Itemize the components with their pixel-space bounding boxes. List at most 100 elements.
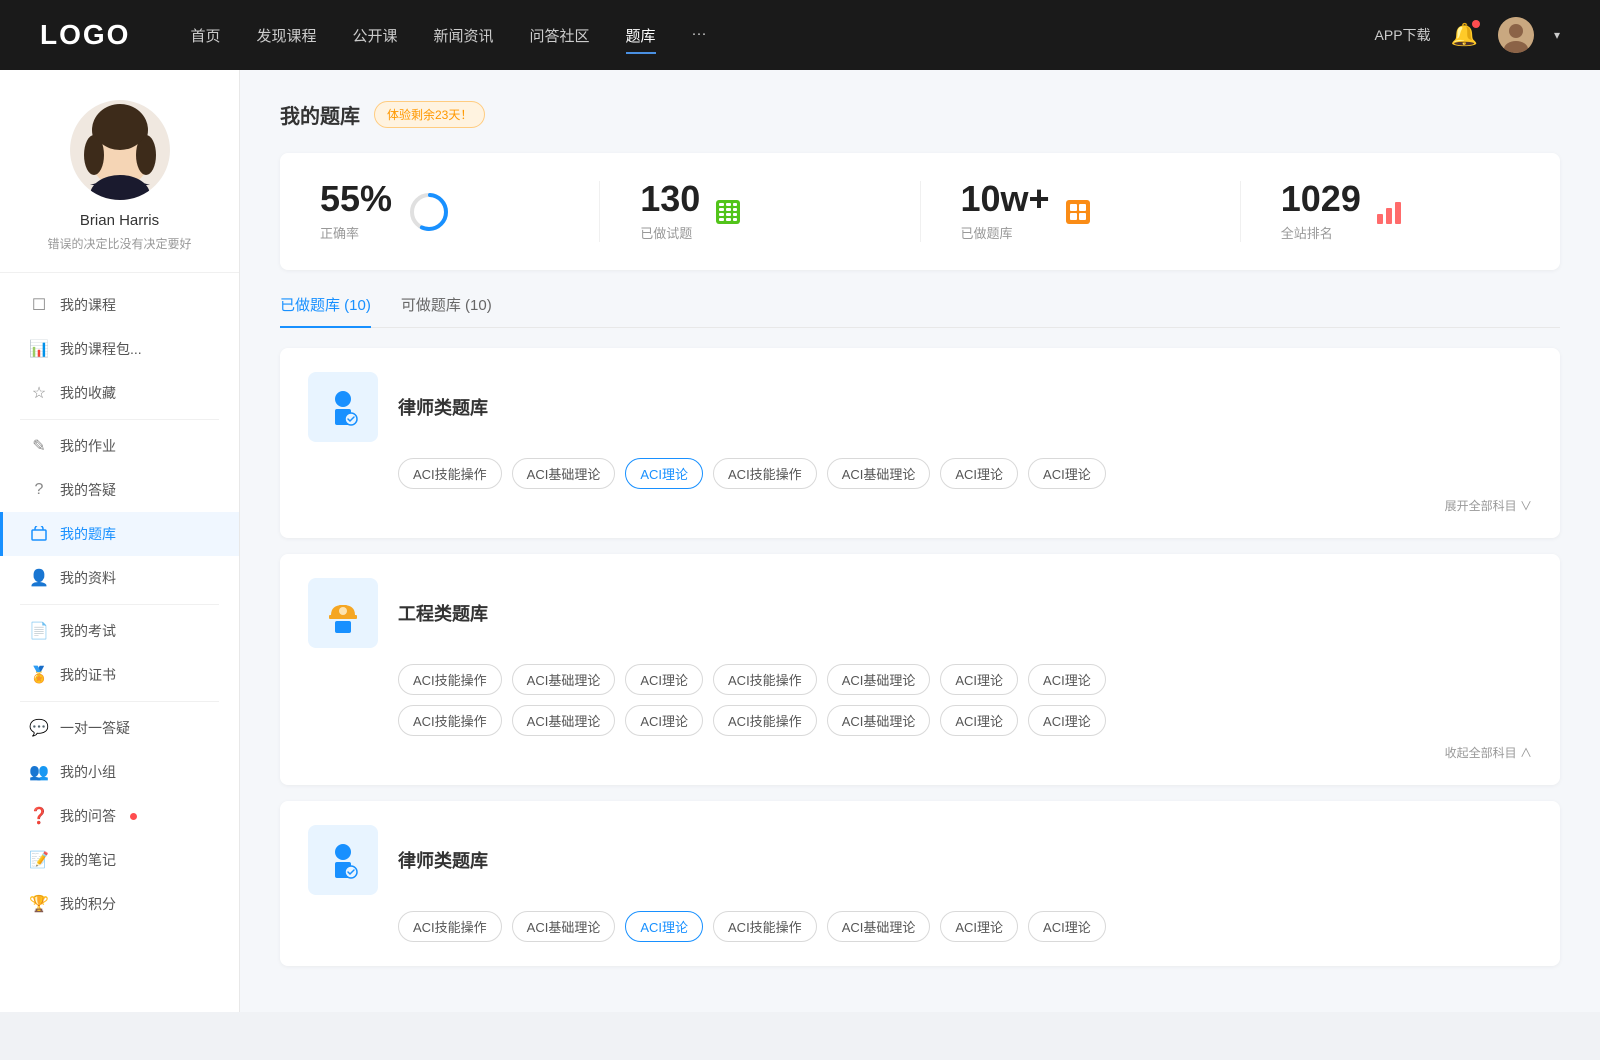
bank-card-header-1: 律师类题库 (308, 372, 1532, 442)
sidebar-item-exam[interactable]: 📄 我的考试 (0, 609, 239, 653)
nav-bank[interactable]: 题库 (626, 21, 656, 50)
bank-tag[interactable]: ACI技能操作 (398, 664, 502, 695)
chart-icon: 📊 (30, 340, 48, 358)
notification-bell[interactable]: 🔔 (1451, 22, 1478, 48)
sidebar-label-profile: 我的资料 (60, 568, 116, 588)
sidebar-item-profile[interactable]: 👤 我的资料 (0, 556, 239, 600)
profile-avatar[interactable] (70, 100, 170, 200)
bank-tag[interactable]: ACI理论 (940, 911, 1018, 942)
bank-tag[interactable]: ACI技能操作 (713, 705, 817, 736)
nav-more[interactable]: ··· (692, 21, 707, 50)
bank-tag[interactable]: ACI基础理论 (512, 705, 616, 736)
bank-tag[interactable]: ACI基础理论 (827, 664, 931, 695)
bank-tag[interactable]: ACI技能操作 (713, 664, 817, 695)
bank-tag[interactable]: ACI基础理论 (827, 458, 931, 489)
sidebar-item-points[interactable]: 🏆 我的积分 (0, 882, 239, 926)
bank-tag[interactable]: ACI基础理论 (827, 705, 931, 736)
bank-card-engineer: 工程类题库 ACI技能操作 ACI基础理论 ACI理论 ACI技能操作 ACI基… (280, 554, 1560, 785)
bank-icon (30, 525, 48, 543)
bank-tag[interactable]: ACI基础理论 (512, 458, 616, 489)
bank-tag[interactable]: ACI理论 (940, 458, 1018, 489)
bank-tag[interactable]: ACI技能操作 (713, 458, 817, 489)
sidebar-item-cert[interactable]: 🏅 我的证书 (0, 653, 239, 697)
bank-expand-2[interactable]: 收起全部科目 ∧ (308, 744, 1532, 761)
bank-tag[interactable]: ACI基础理论 (512, 911, 616, 942)
sidebar-item-homework[interactable]: ✎ 我的作业 (0, 424, 239, 468)
bank-tag[interactable]: ACI理论 (1028, 705, 1106, 736)
stat-rank-number: 1029 (1281, 181, 1361, 217)
sidebar-label-packages: 我的课程包... (60, 339, 142, 359)
sidebar-item-1on1[interactable]: 💬 一对一答疑 (0, 706, 239, 750)
note-icon: 📝 (30, 851, 48, 869)
stat-rank: 1029 全站排名 (1281, 181, 1520, 242)
logo[interactable]: LOGO (40, 19, 130, 51)
nav-open[interactable]: 公开课 (352, 21, 397, 50)
nav-home[interactable]: 首页 (190, 21, 220, 50)
tab-available[interactable]: 可做题库 (10) (401, 294, 492, 327)
bank-tag-active[interactable]: ACI理论 (625, 911, 703, 942)
ask-icon: ❓ (30, 807, 48, 825)
bank-tag[interactable]: ACI技能操作 (398, 705, 502, 736)
stat-banks-number: 10w+ (961, 181, 1050, 217)
bank-tag[interactable]: ACI理论 (625, 705, 703, 736)
stat-questions-number: 130 (640, 181, 700, 217)
tabs: 已做题库 (10) 可做题库 (10) (280, 294, 1560, 328)
sidebar-item-myqa[interactable]: ❓ 我的问答 (0, 794, 239, 838)
sidebar-item-favorites[interactable]: ☆ 我的收藏 (0, 371, 239, 415)
nav-right: APP下载 🔔 ▾ (1375, 17, 1560, 53)
nav-news[interactable]: 新闻资讯 (434, 21, 494, 50)
main-content: 我的题库 体验剩余23天！ 55% 正确率 (240, 70, 1600, 1012)
sidebar-item-questions[interactable]: ? 我的答疑 (0, 468, 239, 512)
sidebar-item-courses[interactable]: ☐ 我的课程 (0, 283, 239, 327)
bank-card-header-3: 律师类题库 (308, 825, 1532, 895)
myqa-dot (130, 813, 137, 820)
sidebar-label-exam: 我的考试 (60, 621, 116, 641)
stat-banks-label: 已做题库 (961, 223, 1050, 242)
nav-qa[interactable]: 问答社区 (530, 21, 590, 50)
main-layout: Brian Harris 错误的决定比没有决定要好 ☐ 我的课程 📊 我的课程包… (0, 70, 1600, 1012)
bank-title-3: 律师类题库 (398, 847, 488, 873)
page-header: 我的题库 体验剩余23天！ (280, 100, 1560, 129)
bank-tag[interactable]: ACI理论 (940, 705, 1018, 736)
sidebar-menu: ☐ 我的课程 📊 我的课程包... ☆ 我的收藏 ✎ 我的作业 ? 我的 (0, 283, 239, 936)
accuracy-circle-icon (408, 191, 450, 233)
bank-tag[interactable]: ACI技能操作 (398, 458, 502, 489)
bank-tag[interactable]: ACI理论 (1028, 911, 1106, 942)
bank-title-2: 工程类题库 (398, 600, 488, 626)
stat-questions: 130 已做试题 (640, 181, 920, 242)
bank-tag[interactable]: ACI基础理论 (512, 664, 616, 695)
bank-tag[interactable]: ACI技能操作 (713, 911, 817, 942)
stat-accuracy: 55% 正确率 (320, 181, 600, 242)
group-icon: 👥 (30, 763, 48, 781)
app-download-button[interactable]: APP下载 (1375, 25, 1431, 45)
lawyer-icon-1 (308, 372, 378, 442)
engineer-icon (308, 578, 378, 648)
profile-name: Brian Harris (80, 212, 159, 229)
tab-done[interactable]: 已做题库 (10) (280, 294, 371, 327)
sidebar-label-courses: 我的课程 (60, 295, 116, 315)
bank-tag[interactable]: ACI理论 (1028, 458, 1106, 489)
avatar-dropdown-icon[interactable]: ▾ (1554, 28, 1560, 42)
sidebar-item-notes[interactable]: 📝 我的笔记 (0, 838, 239, 882)
sidebar-label-group: 我的小组 (60, 762, 116, 782)
sidebar-label-favorites: 我的收藏 (60, 383, 116, 403)
question-icon: ? (30, 481, 48, 499)
sidebar-label-points: 我的积分 (60, 894, 116, 914)
star-icon: ☆ (30, 384, 48, 402)
avatar[interactable] (1498, 17, 1534, 53)
stat-accuracy-number: 55% (320, 181, 392, 217)
sidebar-item-packages[interactable]: 📊 我的课程包... (0, 327, 239, 371)
sidebar-item-bank[interactable]: 我的题库 (0, 512, 239, 556)
bank-tag[interactable]: ACI理论 (940, 664, 1018, 695)
bank-tag[interactable]: ACI技能操作 (398, 911, 502, 942)
sidebar-item-group[interactable]: 👥 我的小组 (0, 750, 239, 794)
notification-dot (1472, 20, 1480, 28)
bank-tag-active[interactable]: ACI理论 (625, 458, 703, 489)
sidebar-label-homework: 我的作业 (60, 436, 116, 456)
bank-tag[interactable]: ACI理论 (1028, 664, 1106, 695)
sidebar-divider-3 (20, 701, 219, 702)
bank-expand-1[interactable]: 展开全部科目 ∨ (308, 497, 1532, 514)
bank-tag[interactable]: ACI理论 (625, 664, 703, 695)
nav-discover[interactable]: 发现课程 (256, 21, 316, 50)
bank-tag[interactable]: ACI基础理论 (827, 911, 931, 942)
